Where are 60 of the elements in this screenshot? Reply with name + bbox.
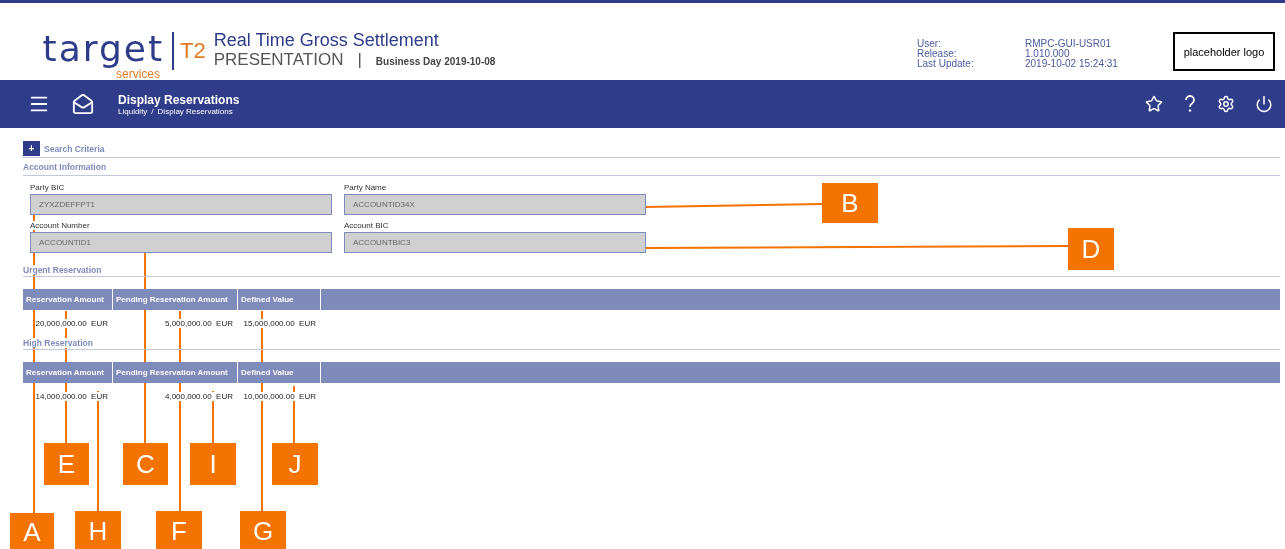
star-icon[interactable] [1145,95,1163,113]
column-header[interactable]: Defined Value [238,289,321,310]
table-cell: 15,000,000.00 EUR [243,319,316,328]
leader-line [293,385,295,444]
table-cell: 10,000,000.00 EUR [243,392,316,401]
section-title: Urgent Reservation [23,264,102,275]
callout-label: B [822,183,878,223]
page-title: Display Reservations [118,92,240,107]
info-value: 1.010.000 [1025,49,1071,59]
table-cell: 5,000,000.00 EUR [164,319,233,328]
field-label: Party Name [344,183,387,192]
section-title[interactable]: Search Criteria [44,143,105,154]
input-field[interactable]: ACCOUNTID1 [30,232,332,253]
table-cell: 4,000,000.00 EUR [164,392,233,401]
input-field[interactable]: ACCOUNTID34X [344,194,646,215]
callout-label: H [75,511,121,549]
column-header[interactable]: Reservation Amount [23,362,113,383]
column-header[interactable]: Defined Value [238,362,321,383]
info-label: Release: [917,49,958,59]
app-title: Real Time Gross Settlement [213,30,440,50]
input-field[interactable]: ZYXZDEFFPT1 [30,194,332,215]
help-button[interactable] [1183,95,1197,113]
separator: | [357,50,362,70]
breadcrumb-separator: / [151,106,154,116]
info-value: 2019-10-02 15:24:31 [1025,59,1119,69]
settings-icon[interactable] [1217,95,1235,113]
section-title: Account Information [23,161,107,172]
input-field[interactable]: ACCOUNTBIC3 [344,232,646,253]
info-value: RMPC-GUI-USR01 [1025,39,1113,49]
callout-label: G [240,511,286,549]
app-code: T2 [180,38,206,64]
power-icon[interactable] [1255,95,1273,113]
logo-wordmark: target [42,30,164,68]
info-label: User: [917,39,942,49]
callout-label: E [44,443,89,485]
column-header[interactable]: Reservation Amount [23,289,113,310]
table-cell: 20,000,000.00 EUR [35,319,108,328]
breadcrumb-link[interactable]: Display Reservations [157,106,233,116]
column-header[interactable]: Pending Reservation Amount [113,289,238,310]
envelope-icon[interactable] [72,93,94,115]
logo-subtitle: services [116,68,160,80]
section-title: High Reservation [23,337,93,348]
field-label: Account BIC [344,221,389,230]
table-cell: 14,000,000.00 EUR [35,392,108,401]
placeholder-logo: placeholder logo [1173,32,1275,71]
field-label: Party BIC [30,183,65,192]
leader-line [212,390,214,444]
business-day: Business Day 2019-10-08 [375,56,496,67]
environment-label: PRESENTATION [213,50,344,70]
callout-label: J [272,443,318,485]
column-header[interactable]: Pending Reservation Amount [113,362,238,383]
callout-label: A [10,513,54,549]
field-label: Account Number [30,221,90,230]
info-label: Last Update: [917,59,975,69]
callout-label: D [1068,228,1114,270]
expand-button[interactable]: + [23,141,40,156]
callout-label: I [190,443,236,485]
callout-label: F [156,511,202,549]
callout-label: C [123,443,168,485]
breadcrumb-link[interactable]: Liquidity [118,106,148,116]
